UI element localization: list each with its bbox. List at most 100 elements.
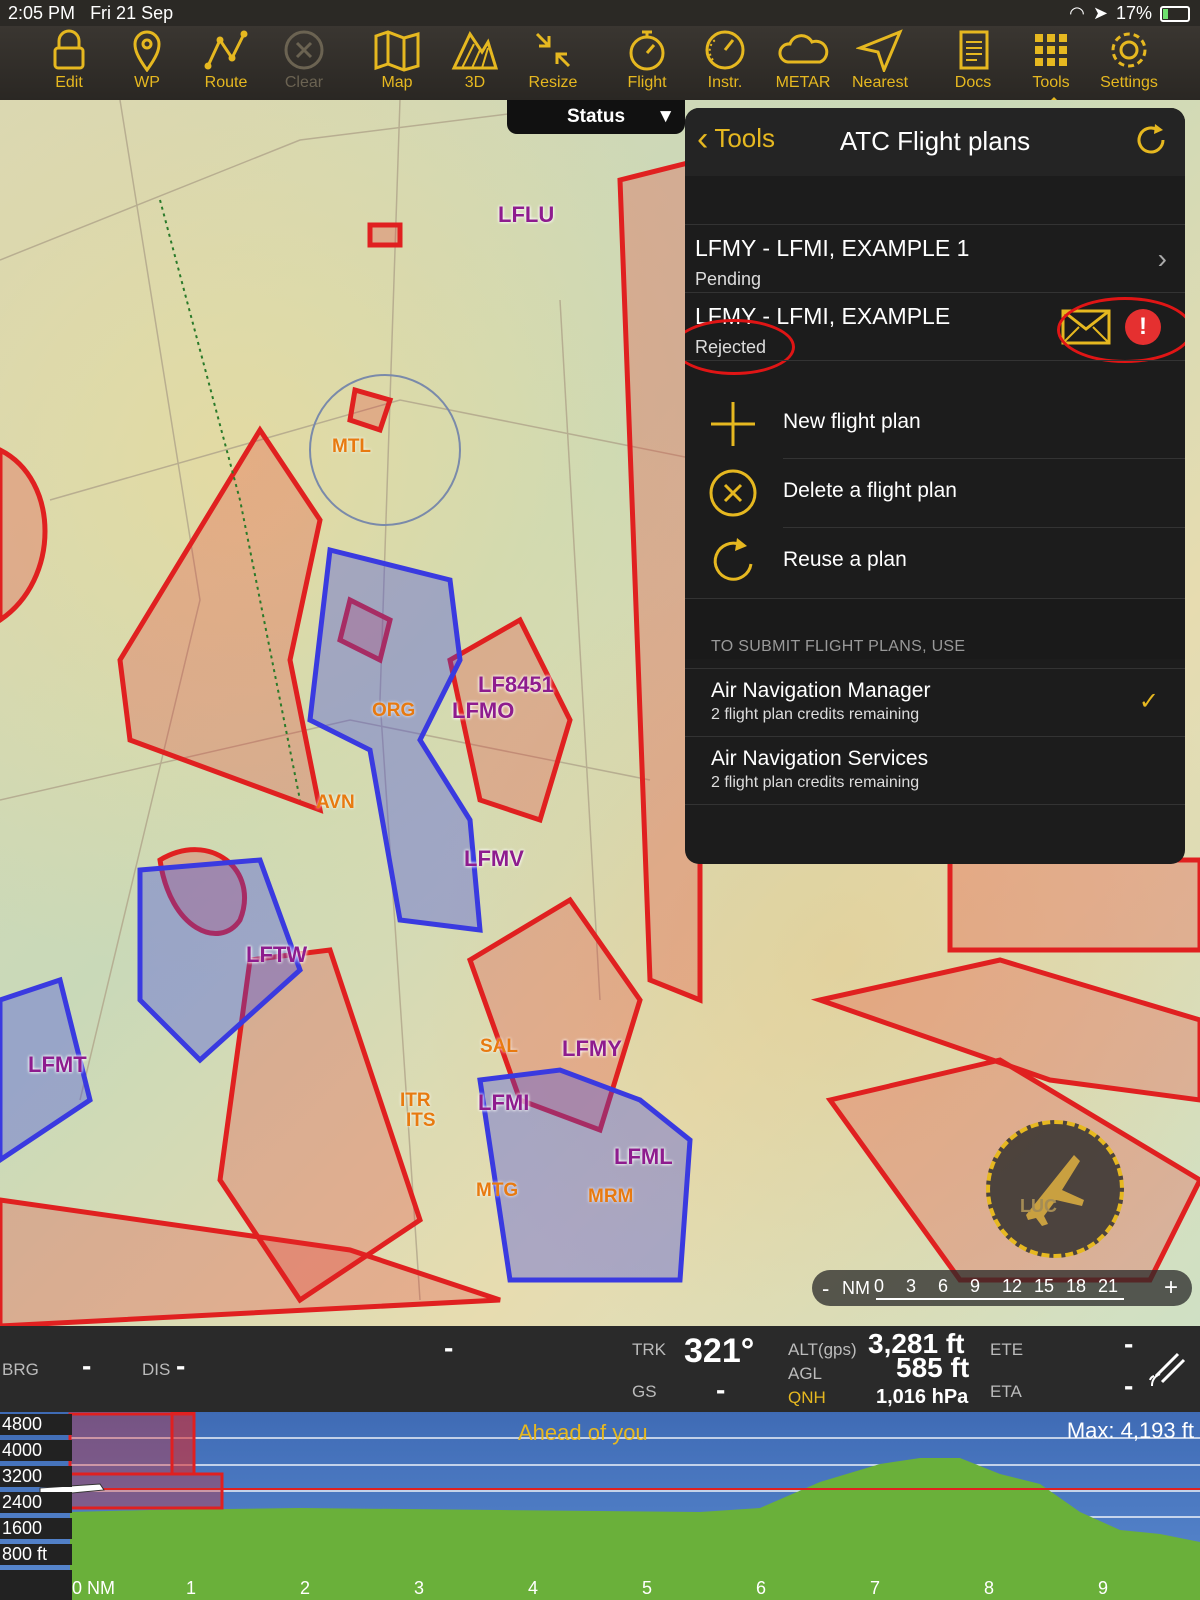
aircraft-icon bbox=[1026, 1155, 1084, 1226]
docs-icon bbox=[959, 30, 989, 70]
tool-clear[interactable]: Clear bbox=[267, 28, 341, 98]
resize-icon bbox=[535, 32, 571, 68]
refresh-icon[interactable] bbox=[1133, 122, 1169, 158]
navaid-label[interactable]: MTG bbox=[476, 1180, 518, 1202]
instrument-bar: BRG - DIS - - TRK 321° GS - ALT(gps) 3,2… bbox=[0, 1326, 1200, 1412]
service-option[interactable]: Air Navigation Manager 2 flight plan cre… bbox=[685, 668, 1185, 737]
battery-icon bbox=[1160, 5, 1190, 22]
zoom-in-button[interactable]: + bbox=[1164, 1274, 1178, 1302]
airport-label[interactable]: LFML bbox=[614, 1144, 673, 1170]
navaid-label[interactable]: AVN bbox=[316, 792, 355, 814]
navaid-label[interactable]: ITS bbox=[406, 1110, 436, 1132]
highlight-ring-icons bbox=[1057, 297, 1185, 363]
status-tab[interactable]: Status ▼ bbox=[507, 100, 685, 134]
max-altitude-label: Max: 4,193 ft bbox=[1066, 1418, 1194, 1443]
tool-nearest[interactable]: Nearest bbox=[843, 28, 917, 98]
service-credits: 2 flight plan credits remaining bbox=[711, 774, 920, 791]
gear-icon bbox=[1111, 32, 1147, 68]
battery-percent: 17% bbox=[1115, 3, 1152, 23]
airport-label[interactable]: LFTW bbox=[246, 942, 307, 968]
aircraft-position-marker[interactable]: LUC bbox=[986, 1120, 1124, 1258]
x-tick: 1 bbox=[186, 1578, 197, 1598]
submit-section-header: TO SUBMIT FLIGHT PLANS, USE bbox=[711, 638, 966, 655]
tool-resize[interactable]: Resize bbox=[516, 28, 590, 98]
gauge-icon bbox=[705, 30, 745, 70]
y-tick: 4800 bbox=[0, 1414, 72, 1435]
tool-metar[interactable]: METAR bbox=[766, 28, 840, 98]
center-value: - bbox=[444, 1332, 454, 1363]
airport-label[interactable]: LFLU bbox=[498, 202, 554, 228]
plus-icon bbox=[711, 402, 755, 446]
status-time: 2:05 PM Fri 21 Sep bbox=[8, 3, 174, 23]
service-name: Air Navigation Services bbox=[711, 747, 929, 770]
satellite-icon[interactable] bbox=[1148, 1346, 1192, 1390]
tool-edit[interactable]: Edit bbox=[32, 28, 106, 98]
ahead-label: Ahead of you bbox=[518, 1420, 648, 1445]
alt-label: ALT(gps) bbox=[788, 1340, 857, 1359]
service-credits: 2 flight plan credits remaining bbox=[711, 706, 920, 723]
delete-flight-plan-button[interactable]: Delete a flight plan bbox=[685, 459, 1185, 528]
ete-label: ETE bbox=[990, 1340, 1024, 1359]
brg-value: - bbox=[82, 1350, 92, 1381]
navaid-label[interactable]: MTL bbox=[332, 436, 371, 458]
service-option[interactable]: Air Navigation Services 2 flight plan cr… bbox=[685, 736, 1185, 805]
y-tick: 3200 bbox=[0, 1466, 72, 1487]
triangle-down-icon: ▼ bbox=[656, 106, 675, 127]
atc-flight-plans-panel: ‹ Tools ATC Flight plans LFMY - LFMI, EX… bbox=[685, 108, 1185, 864]
panel-header: ‹ Tools ATC Flight plans bbox=[685, 108, 1185, 176]
tool-docs[interactable]: Docs bbox=[936, 28, 1010, 98]
gs-value: - bbox=[716, 1374, 726, 1405]
navaid-label[interactable]: SAL bbox=[480, 1036, 518, 1058]
airport-label[interactable]: LFMT bbox=[28, 1052, 87, 1078]
agl-label: AGL bbox=[788, 1364, 823, 1383]
dis-value: - bbox=[176, 1350, 186, 1381]
y-tick: 800 ft bbox=[0, 1544, 72, 1565]
brg-label: BRG bbox=[2, 1360, 39, 1379]
zoom-out-button[interactable]: - bbox=[822, 1276, 829, 1302]
flight-plan-row[interactable]: LFMY - LFMI, EXAMPLE Rejected ! bbox=[685, 292, 1185, 375]
tool-instruments[interactable]: Instr. bbox=[688, 28, 762, 98]
navaid-label[interactable]: ITR bbox=[400, 1090, 431, 1112]
tool-tools[interactable]: Tools bbox=[1014, 28, 1088, 105]
scale-unit: NM bbox=[842, 1278, 870, 1298]
location-icon: ➤ bbox=[1092, 3, 1108, 23]
tool-3d[interactable]: 3D bbox=[438, 28, 512, 98]
elevation-profile[interactable]: 4800 4000 3200 2400 1600 800 ft Ahead of… bbox=[0, 1412, 1200, 1600]
airport-label[interactable]: LFMV bbox=[464, 846, 524, 872]
airport-label[interactable]: LF8451 bbox=[478, 672, 554, 698]
panel-title: ATC Flight plans bbox=[839, 126, 1031, 156]
navaid-label[interactable]: MRM bbox=[588, 1186, 633, 1208]
service-name: Air Navigation Manager bbox=[711, 679, 931, 702]
tool-route[interactable]: Route bbox=[189, 28, 263, 98]
qnh-label: QNH bbox=[788, 1388, 826, 1407]
trk-value: 321° bbox=[684, 1332, 755, 1370]
airport-label[interactable]: LFMO bbox=[452, 698, 514, 724]
gs-label: GS bbox=[632, 1382, 657, 1401]
x-tick: 4 bbox=[528, 1578, 539, 1598]
tool-wp[interactable]: WP bbox=[110, 28, 184, 98]
tool-settings[interactable]: Settings bbox=[1092, 28, 1166, 98]
new-flight-plan-button[interactable]: New flight plan bbox=[685, 390, 1185, 459]
tool-flight[interactable]: Flight bbox=[610, 28, 684, 98]
dis-label: DIS bbox=[142, 1360, 171, 1379]
reuse-plan-button[interactable]: Reuse a plan bbox=[685, 528, 1185, 597]
y-tick: 4000 bbox=[0, 1440, 72, 1461]
map-icon bbox=[374, 30, 420, 72]
x-tick: 0 NM bbox=[72, 1578, 116, 1598]
wifi-icon: ◠ bbox=[1069, 3, 1085, 23]
lock-icon bbox=[53, 29, 85, 70]
flight-plan-status: Pending bbox=[695, 269, 762, 289]
tool-map[interactable]: Map bbox=[360, 28, 434, 98]
terrain-icon bbox=[451, 30, 499, 70]
tools-grid-icon bbox=[1035, 34, 1067, 66]
x-tick: 3 bbox=[414, 1578, 425, 1598]
qnh-value: 1,016 hPa bbox=[876, 1386, 969, 1408]
cloud-icon bbox=[778, 34, 829, 64]
navaid-label[interactable]: ORG bbox=[372, 700, 415, 722]
airport-label[interactable]: LFMY bbox=[562, 1036, 622, 1062]
flight-plan-row[interactable]: LFMY - LFMI, EXAMPLE 1 Pending › bbox=[685, 224, 1185, 293]
airport-label[interactable]: LFMI bbox=[478, 1090, 529, 1116]
reuse-icon bbox=[713, 538, 753, 581]
map-scale-bar: - NM 0 3 6 9 12 15 18 21 + bbox=[812, 1270, 1192, 1306]
x-tick: 9 bbox=[1098, 1578, 1109, 1598]
